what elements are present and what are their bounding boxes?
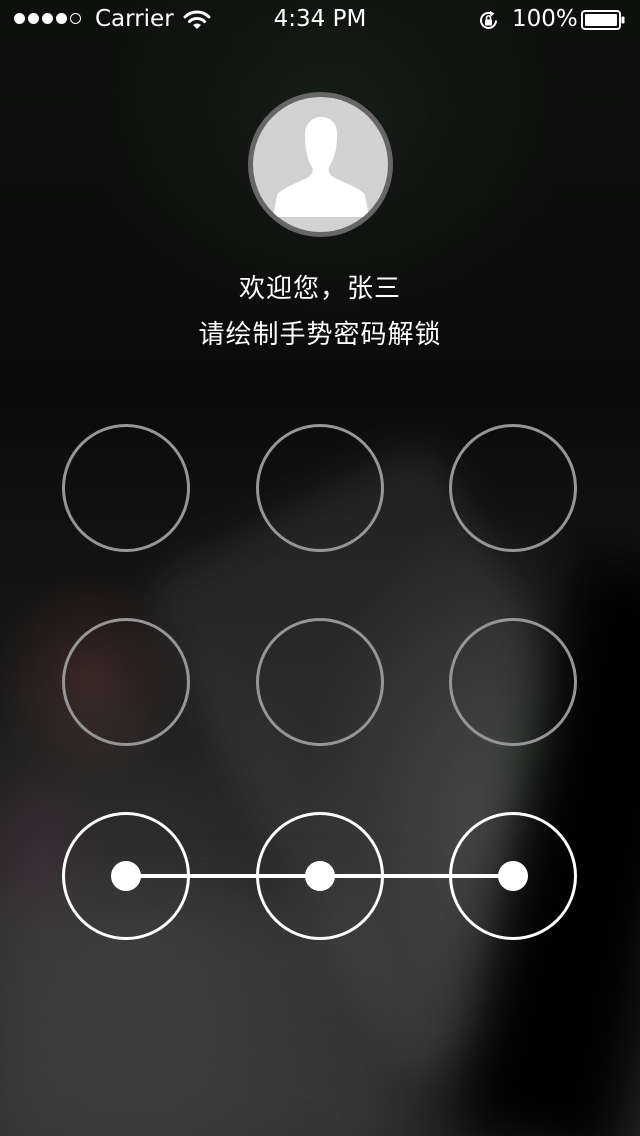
pattern-node-5[interactable] (256, 618, 384, 746)
pattern-node-dot (498, 861, 528, 891)
pattern-node-8[interactable] (256, 812, 384, 940)
lock-screen: Carrier 4:34 PM 100% 欢迎您，张三 请绘制手势密码解锁 (0, 0, 640, 1136)
pattern-node-4[interactable] (62, 618, 190, 746)
pattern-node-7[interactable] (62, 812, 190, 940)
pattern-lock-grid[interactable] (0, 0, 640, 1136)
pattern-node-dot (111, 861, 141, 891)
pattern-node-dot (305, 861, 335, 891)
pattern-node-9[interactable] (449, 812, 577, 940)
pattern-node-1[interactable] (62, 424, 190, 552)
pattern-node-3[interactable] (449, 424, 577, 552)
pattern-node-2[interactable] (256, 424, 384, 552)
pattern-node-6[interactable] (449, 618, 577, 746)
